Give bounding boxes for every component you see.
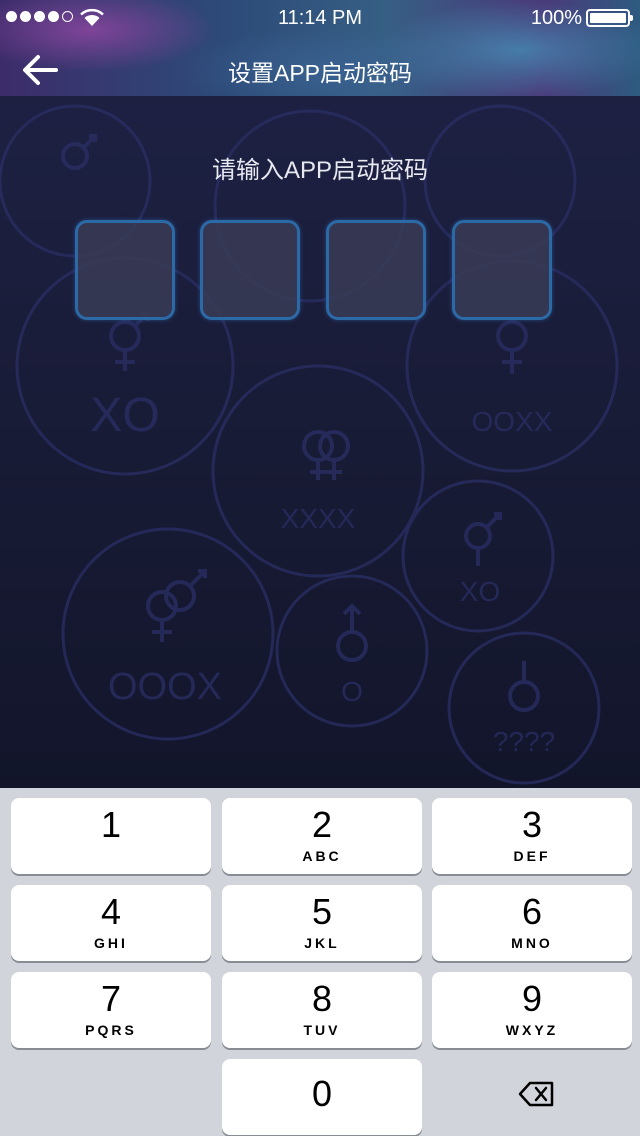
key-0[interactable]: 0 bbox=[222, 1059, 422, 1135]
key-digit: 6 bbox=[521, 891, 543, 932]
key-digit: 9 bbox=[521, 978, 543, 1019]
key-letters: GHI bbox=[94, 935, 128, 951]
key-letters: WXYZ bbox=[505, 1022, 559, 1038]
key-digit: 0 bbox=[311, 1073, 333, 1114]
bg-label: O bbox=[341, 676, 363, 707]
key-letters: PQRS bbox=[85, 1022, 137, 1038]
key-6[interactable]: 6 MNO bbox=[432, 885, 632, 961]
passcode-digit-box[interactable] bbox=[200, 220, 300, 320]
key-digit: 3 bbox=[521, 804, 543, 845]
bg-label: ???? bbox=[493, 726, 555, 757]
key-digit: 2 bbox=[311, 804, 333, 845]
key-digit: 8 bbox=[311, 978, 333, 1019]
key-9[interactable]: 9 WXYZ bbox=[432, 972, 632, 1048]
numeric-keypad: 1 2 ABC 3 DEF 4 GHI 5 JKL 6 MNO 7 PQRS 8 bbox=[0, 788, 640, 1136]
status-bar: 11:14 PM 100% bbox=[0, 0, 640, 36]
key-digit: 1 bbox=[100, 804, 122, 845]
key-letters: ABC bbox=[302, 848, 342, 864]
key-letters: MNO bbox=[511, 935, 553, 951]
page-title: 设置APP启动密码 bbox=[227, 60, 413, 86]
key-letters: JKL bbox=[304, 935, 340, 951]
backspace-icon bbox=[518, 1081, 554, 1107]
key-5[interactable]: 5 JKL bbox=[222, 885, 422, 961]
passcode-digit-box[interactable] bbox=[452, 220, 552, 320]
bg-label: XO bbox=[460, 576, 500, 607]
key-digit: 4 bbox=[100, 891, 122, 932]
key-3[interactable]: 3 DEF bbox=[432, 798, 632, 874]
battery-icon bbox=[586, 9, 633, 27]
key-2[interactable]: 2 ABC bbox=[222, 798, 422, 874]
key-letters: DEF bbox=[513, 848, 551, 864]
bg-label: OOXX bbox=[472, 406, 553, 437]
key-4[interactable]: 4 GHI bbox=[11, 885, 211, 961]
bg-label: XXXX bbox=[281, 503, 356, 534]
passcode-digit-box[interactable] bbox=[75, 220, 175, 320]
header: 11:14 PM 100% 设置APP启动密码 bbox=[0, 0, 640, 96]
key-8[interactable]: 8 TUV bbox=[222, 972, 422, 1048]
key-7[interactable]: 7 PQRS bbox=[11, 972, 211, 1048]
password-prompt: 请输入APP启动密码 bbox=[211, 157, 429, 184]
key-1[interactable]: 1 bbox=[11, 798, 211, 874]
passcode-input[interactable] bbox=[75, 220, 555, 320]
key-digit: 5 bbox=[311, 891, 333, 932]
delete-key[interactable] bbox=[432, 1058, 632, 1134]
key-digit: 7 bbox=[100, 978, 122, 1019]
battery-percentage: 100% bbox=[530, 7, 582, 29]
bg-label: OOOX bbox=[108, 666, 222, 708]
passcode-digit-box[interactable] bbox=[326, 220, 426, 320]
background-pattern: XO XXXX OOXX XO OOOX O ???? bbox=[0, 104, 619, 785]
screen: 11:14 PM 100% 设置APP启动密码 XO XXXX OOXX XO … bbox=[0, 0, 640, 1136]
key-letters: TUV bbox=[303, 1022, 341, 1038]
bg-label: XO bbox=[90, 389, 159, 442]
